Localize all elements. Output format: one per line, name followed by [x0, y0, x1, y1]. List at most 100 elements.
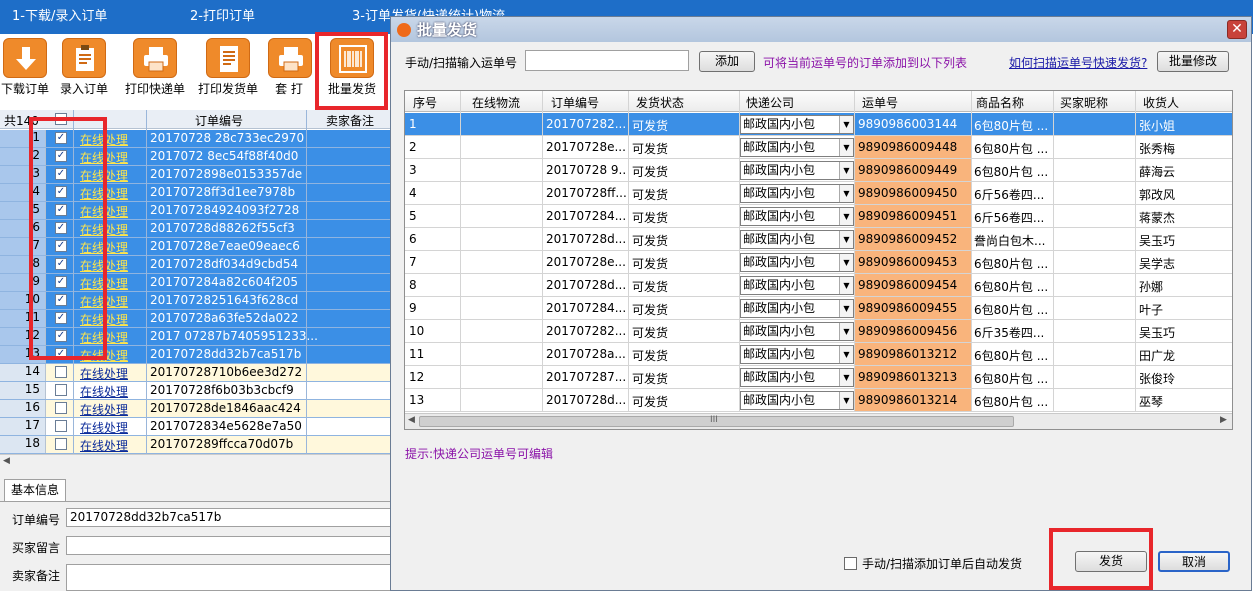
chevron-down-icon[interactable]: ▼ [839, 162, 853, 179]
courier-select[interactable]: 邮政国内小包 ▼ [740, 115, 854, 134]
order-no-field[interactable]: 20170728dd32b7ca517b [66, 508, 396, 527]
download-orders-button[interactable]: 下载订单 [0, 34, 50, 106]
table-row[interactable]: 17 在线处理 2017072834e5628e7a50 [0, 418, 392, 436]
status-cell: 可发货 [632, 211, 669, 225]
dialog-title-bar[interactable]: 批量发货 ✕ [391, 17, 1251, 42]
shipment-row[interactable]: 7 20170728e... 可发货 邮政国内小包 ▼ 9890986009453 6包80… [405, 251, 1232, 274]
seller-note-field[interactable] [66, 564, 396, 591]
tracking-cell[interactable]: 9890986009449 [854, 159, 971, 181]
courier-select[interactable]: 邮政国内小包 ▼ [740, 322, 854, 341]
courier-select[interactable]: 邮政国内小包 ▼ [740, 345, 854, 364]
chevron-down-icon[interactable]: ▼ [839, 323, 853, 340]
online-process-link[interactable]: 在线处理 [80, 365, 128, 382]
receiver-cell: 张秀梅 [1139, 142, 1176, 156]
courier-select[interactable]: 邮政国内小包 ▼ [740, 368, 854, 387]
scroll-left-arrow[interactable]: ◀ [3, 456, 10, 466]
tab-download-orders[interactable]: 1-下载/录入订单 [12, 0, 107, 34]
chevron-down-icon[interactable]: ▼ [839, 116, 853, 133]
shipment-row[interactable]: 3 20170728 9... 可发货 邮政国内小包 ▼ 9890986009449 6包8… [405, 159, 1232, 182]
chevron-down-icon[interactable]: ▼ [839, 208, 853, 225]
chevron-down-icon[interactable]: ▼ [839, 139, 853, 156]
courier-select[interactable]: 邮政国内小包 ▼ [740, 230, 854, 249]
shipment-row[interactable]: 1 201707282... 可发货 邮政国内小包 ▼ 9890986003144 6包80… [405, 113, 1232, 136]
table-row[interactable]: 15 在线处理 20170728f6b03b3cbcf9 [0, 382, 392, 400]
online-process-link[interactable]: 在线处理 [80, 437, 128, 454]
table-row[interactable]: 14 在线处理 20170728710b6ee3d272 [0, 364, 392, 382]
row-checkbox[interactable] [55, 384, 67, 396]
tracking-input[interactable] [525, 50, 689, 71]
online-process-link[interactable]: 在线处理 [80, 401, 128, 418]
courier-select[interactable]: 邮政国内小包 ▼ [740, 299, 854, 318]
buyer-message-field[interactable] [66, 536, 396, 555]
tracking-cell[interactable]: 9890986009453 [854, 251, 971, 273]
courier-select[interactable]: 邮政国内小包 ▼ [740, 184, 854, 203]
shipment-grid-hscrollbar[interactable]: ◀ III ▶ [405, 413, 1232, 429]
column-divider [1053, 91, 1054, 411]
chevron-down-icon[interactable]: ▼ [839, 300, 853, 317]
tracking-cell[interactable]: 9890986013214 [854, 389, 971, 411]
product-cell: 6包80片包 ... [974, 372, 1049, 386]
scroll-right-arrow[interactable]: ▶ [1220, 415, 1227, 425]
row-checkbox[interactable] [55, 438, 67, 450]
row-checkbox[interactable] [55, 420, 67, 432]
enter-order-button[interactable]: 录入订单 [58, 34, 110, 106]
chevron-down-icon[interactable]: ▼ [839, 277, 853, 294]
shipment-row[interactable]: 9 201707284... 可发货 邮政国内小包 ▼ 9890986009455 6包80… [405, 297, 1232, 320]
shipment-row[interactable]: 6 20170728d... 可发货 邮政国内小包 ▼ 9890986009452 誊尚白包… [405, 228, 1232, 251]
courier-select[interactable]: 邮政国内小包 ▼ [740, 207, 854, 226]
print-express-button[interactable]: 打印快递单 [122, 34, 188, 106]
shipment-row[interactable]: 8 20170728d... 可发货 邮政国内小包 ▼ 9890986009454 6包80… [405, 274, 1232, 297]
add-button[interactable]: 添加 [699, 51, 755, 72]
print-invoice-button[interactable]: 打印发货单 [195, 34, 261, 106]
tracking-cell[interactable]: 9890986009455 [854, 297, 971, 319]
row-checkbox[interactable] [55, 366, 67, 378]
table-row[interactable]: 16 在线处理 20170728de1846aac424 [0, 400, 392, 418]
tab-print-orders[interactable]: 2-打印订单 [190, 0, 255, 34]
courier-select[interactable]: 邮政国内小包 ▼ [740, 253, 854, 272]
chevron-down-icon[interactable]: ▼ [839, 369, 853, 386]
online-process-link[interactable]: 在线处理 [80, 419, 128, 436]
chevron-down-icon[interactable]: ▼ [839, 346, 853, 363]
tracking-cell[interactable]: 9890986013212 [854, 343, 971, 365]
close-icon[interactable]: ✕ [1227, 20, 1247, 39]
courier-select[interactable]: 邮政国内小包 ▼ [740, 391, 854, 410]
tracking-cell[interactable]: 9890986009451 [854, 205, 971, 227]
orders-grid-hscrollbar[interactable]: ◀ [0, 454, 392, 471]
courier-select[interactable]: 邮政国内小包 ▼ [740, 161, 854, 180]
status-cell: 可发货 [632, 326, 669, 340]
tracking-cell[interactable]: 9890986009448 [854, 136, 971, 158]
receiver-cell: 叶子 [1139, 303, 1164, 317]
chevron-down-icon[interactable]: ▼ [839, 185, 853, 202]
tracking-cell[interactable]: 9890986003144 [854, 113, 971, 135]
order-cell: 20170728e... [546, 140, 626, 154]
shipment-row[interactable]: 12 201707287... 可发货 邮政国内小包 ▼ 9890986013213 6包8… [405, 366, 1232, 389]
status-cell: 可发货 [632, 349, 669, 363]
shipment-row[interactable]: 10 201707282... 可发货 邮政国内小包 ▼ 9890986009456 6斤3… [405, 320, 1232, 343]
courier-select[interactable]: 邮政国内小包 ▼ [740, 138, 854, 157]
batch-edit-button[interactable]: 批量修改 [1157, 51, 1229, 72]
chevron-down-icon[interactable]: ▼ [839, 231, 853, 248]
shipment-row[interactable]: 13 20170728d... 可发货 邮政国内小包 ▼ 9890986013214 6包8… [405, 389, 1232, 412]
auto-ship-checkbox[interactable] [844, 557, 857, 570]
shipment-row[interactable]: 5 201707284... 可发货 邮政国内小包 ▼ 9890986009451 6斤56… [405, 205, 1232, 228]
scroll-left-arrow[interactable]: ◀ [408, 415, 415, 425]
shipment-row[interactable]: 11 20170728a... 可发货 邮政国内小包 ▼ 9890986013212 6包8… [405, 343, 1232, 366]
shipment-row[interactable]: 4 20170728ff... 可发货 邮政国内小包 ▼ 9890986009450 6斤5… [405, 182, 1232, 205]
tracking-cell[interactable]: 9890986009456 [854, 320, 971, 342]
help-link[interactable]: 如何扫描运单号快速发货? [1009, 54, 1147, 71]
cancel-button[interactable]: 取消 [1158, 551, 1230, 572]
tab-basic-info[interactable]: 基本信息 [4, 479, 66, 501]
online-process-link[interactable]: 在线处理 [80, 383, 128, 400]
row-checkbox[interactable] [55, 402, 67, 414]
chevron-down-icon[interactable]: ▼ [839, 254, 853, 271]
courier-select[interactable]: 邮政国内小包 ▼ [740, 276, 854, 295]
scroll-thumb[interactable]: III [419, 415, 1014, 427]
tracking-cell[interactable]: 9890986009454 [854, 274, 971, 296]
overlay-print-button[interactable]: 套 打 [266, 34, 312, 106]
chevron-down-icon[interactable]: ▼ [839, 392, 853, 409]
tracking-cell[interactable]: 9890986013213 [854, 366, 971, 388]
table-row[interactable]: 18 在线处理 201707289ffcca70d07b [0, 436, 392, 454]
tracking-cell[interactable]: 9890986009450 [854, 182, 971, 204]
shipment-row[interactable]: 2 20170728e... 可发货 邮政国内小包 ▼ 9890986009448 6包80… [405, 136, 1232, 159]
tracking-cell[interactable]: 9890986009452 [854, 228, 971, 250]
